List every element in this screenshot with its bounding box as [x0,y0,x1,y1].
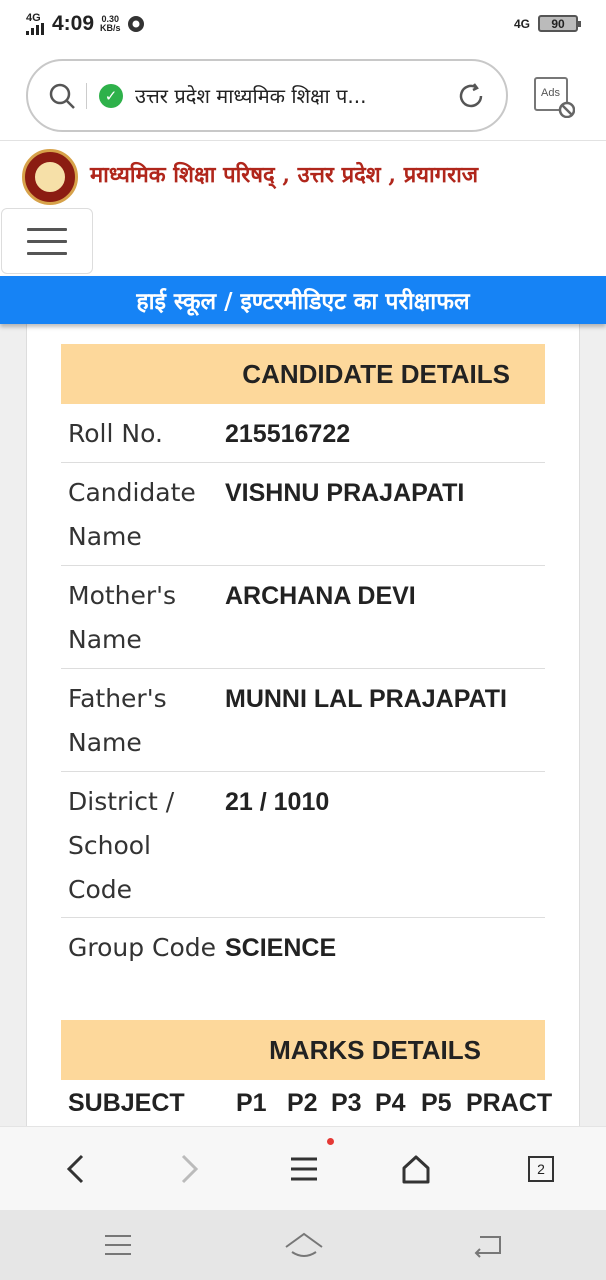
col-p1: P1 [236,1089,267,1117]
row-value: VISHNU PRAJAPATI [225,479,465,507]
table-row: Father's Name MUNNI LAL PRAJAPATI [61,669,545,772]
net-speed-unit: KB/s [100,23,121,33]
site-header: माध्यमिक शिक्षा परिषद् , उत्तर प्रदेश , … [0,141,606,276]
row-value: MUNNI LAL PRAJAPATI [225,685,507,713]
tabs-button[interactable]: 2 [515,1127,567,1211]
row-value: SCIENCE [225,934,337,962]
row-label: Roll No. [68,419,163,448]
marks-details-heading: MARKS DETAILS [61,1020,545,1080]
col-pract: PRACT [466,1089,553,1117]
col-p3: P3 [331,1089,362,1117]
col-subject: SUBJECT [68,1089,185,1117]
row-label: District / School Code [68,787,175,904]
candidate-details-heading: CANDIDATE DETAILS [61,344,545,404]
address-bar[interactable]: ✓ उत्तर प्रदेश माध्यमिक शिक्षा प... [26,59,508,132]
chevron-left-icon [66,1154,84,1184]
recent-apps-icon[interactable] [104,1233,132,1257]
hamburger-menu-button[interactable] [1,208,93,274]
status-bar: 4G 4:09 0.30 KB/s 4G 90 [0,0,606,55]
system-navigation-bar [0,1210,606,1280]
marks-column-headers: SUBJECT P1 P2 P3 P4 P5 PRACT [61,1083,552,1127]
network-type-left: 4G [26,12,41,24]
battery-icon: 90 [538,15,581,32]
browser-menu-button[interactable] [278,1127,334,1211]
browser-notification-icon [127,16,144,32]
board-logo [22,149,78,205]
ad-block-button[interactable]: Ads [533,76,576,119]
tab-count: 2 [528,1156,554,1182]
home-button[interactable] [390,1127,442,1211]
clock: 4:09 [52,12,95,35]
notification-dot [327,1138,334,1145]
network-type-right: 4G [513,16,530,31]
status-right: 4G 90 [513,15,581,32]
table-row: Roll No. 215516722 [61,404,545,463]
battery-level: 90 [551,16,565,31]
signal-icon: 4G [26,13,46,35]
secure-shield-icon[interactable]: ✓ [99,83,123,108]
address-divider [86,82,87,109]
system-back-icon[interactable] [472,1232,504,1258]
col-p2: P2 [287,1089,318,1117]
table-row: Group Code SCIENCE [61,918,545,1021]
back-button[interactable] [50,1127,102,1211]
table-row: Candidate Name VISHNU PRAJAPATI [61,463,545,566]
table-row: District / School Code 21 / 1010 [61,772,545,918]
row-value: ARCHANA DEVI [225,582,416,610]
marks-details-title: MARKS DETAILS [269,1034,481,1065]
browser-toolbar: 2 [0,1126,606,1210]
url-text[interactable]: उत्तर प्रदेश माध्यमिक शिक्षा प... [135,82,456,109]
row-label: Candidate Name [68,478,196,551]
result-banner: हाई स्कूल / इण्टरमीडिएट का परीक्षाफल [0,276,606,324]
site-title: माध्यमिक शिक्षा परिषद् , उत्तर प्रदेश , … [90,162,479,188]
system-home-icon[interactable] [283,1230,325,1260]
col-p4: P4 [375,1089,406,1117]
status-left: 4G 4:09 0.30 KB/s [26,12,145,36]
col-p5: P5 [421,1089,452,1117]
menu-icon [291,1157,317,1181]
table-row: Mother's Name ARCHANA DEVI [61,566,545,669]
row-label: Father's Name [68,684,167,757]
forward-button[interactable] [163,1127,215,1211]
reload-icon[interactable] [456,81,486,111]
search-icon[interactable] [48,82,76,110]
row-label: Mother's Name [68,581,177,654]
chevron-right-icon [181,1154,199,1184]
row-label: Group Code [68,933,217,962]
row-value: 215516722 [225,420,351,448]
ads-label: Ads [541,87,560,99]
home-icon [402,1155,430,1184]
row-value: 21 / 1010 [225,788,330,816]
candidate-details-title: CANDIDATE DETAILS [242,358,510,389]
